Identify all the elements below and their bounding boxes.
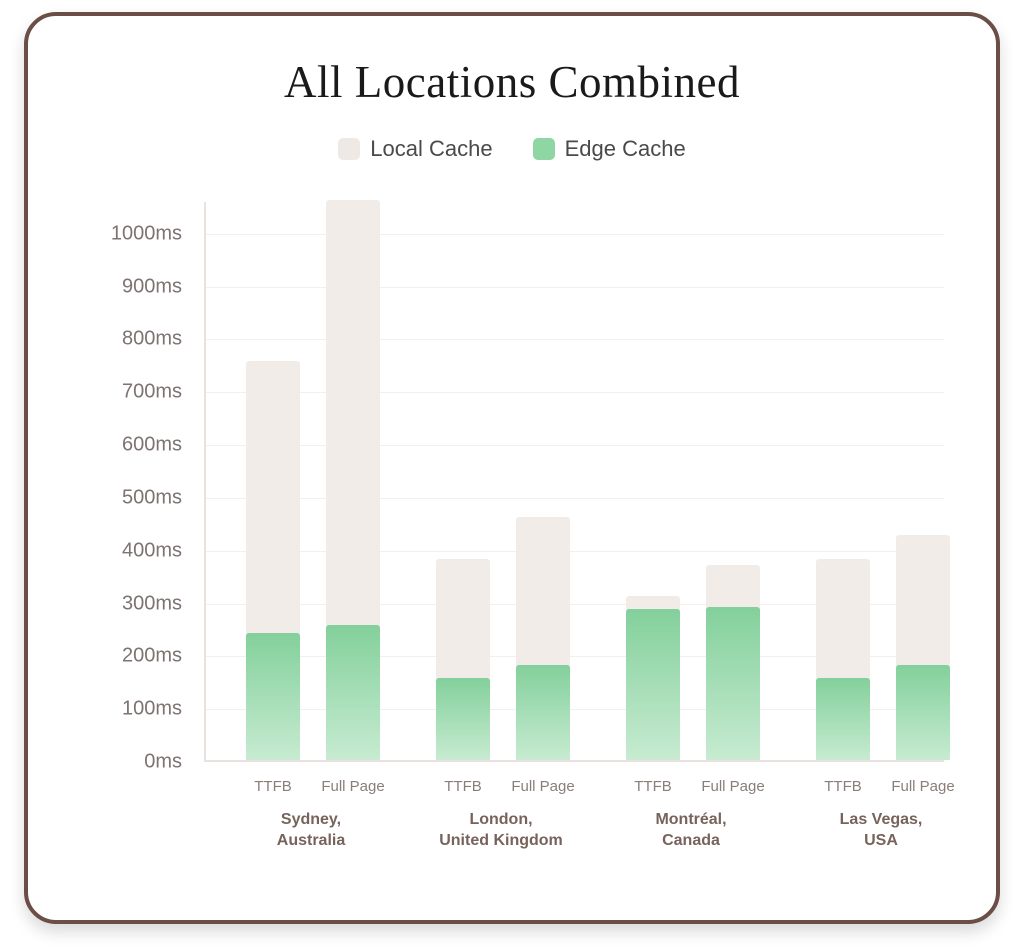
bar-edge <box>816 678 870 760</box>
sub-label-full: Full Page <box>693 778 773 795</box>
grid-line <box>206 287 944 288</box>
y-tick-label: 800ms <box>122 328 182 350</box>
chart-title: All Locations Combined <box>74 56 950 108</box>
grid-line <box>206 392 944 393</box>
sub-label-full: Full Page <box>503 778 583 795</box>
location-label: Las Vegas, USA <box>794 810 968 852</box>
location-label: Montréal, Canada <box>604 810 778 852</box>
y-tick-label: 0ms <box>144 751 182 773</box>
bar-edge <box>626 609 680 760</box>
location-label: London, United Kingdom <box>414 810 588 852</box>
y-tick-label: 400ms <box>122 539 182 561</box>
legend-item-local: Local Cache <box>338 136 492 162</box>
swatch-edge-icon <box>533 138 555 160</box>
y-tick-label: 300ms <box>122 592 182 614</box>
y-tick-label: 200ms <box>122 645 182 667</box>
bar-edge <box>706 607 760 760</box>
bar-edge <box>896 665 950 760</box>
y-axis: 0ms100ms200ms300ms400ms500ms600ms700ms80… <box>74 202 190 762</box>
grid-line <box>206 498 944 499</box>
y-tick-label: 600ms <box>122 434 182 456</box>
grid-line <box>206 339 944 340</box>
sub-label-ttfb: TTFB <box>233 778 313 795</box>
y-tick-label: 1000ms <box>111 222 182 244</box>
legend-item-edge: Edge Cache <box>533 136 686 162</box>
grid-line <box>206 234 944 235</box>
chart-area: 0ms 100ms 200ms 300ms 400ms 500ms 600ms 700ms 80… <box>74 202 950 862</box>
sub-label-ttfb: TTFB <box>423 778 503 795</box>
bar-edge <box>436 678 490 760</box>
plot-area: TTFBFull PageTTFBFull PageTTFBFull PageT… <box>204 202 944 762</box>
legend-local-label: Local Cache <box>370 136 492 162</box>
legend: Local Cache Edge Cache <box>74 136 950 162</box>
bar-edge <box>246 633 300 760</box>
sub-label-ttfb: TTFB <box>613 778 693 795</box>
grid-line <box>206 551 944 552</box>
bar-edge <box>516 665 570 760</box>
sub-label-full: Full Page <box>313 778 393 795</box>
sub-label-ttfb: TTFB <box>803 778 883 795</box>
bar-edge <box>326 625 380 760</box>
y-tick-label: 700ms <box>122 381 182 403</box>
y-tick-label: 900ms <box>122 275 182 297</box>
swatch-local-icon <box>338 138 360 160</box>
y-tick-label: 100ms <box>122 698 182 720</box>
legend-edge-label: Edge Cache <box>565 136 686 162</box>
grid-line <box>206 445 944 446</box>
y-tick-label: 500ms <box>122 486 182 508</box>
chart-card: All Locations Combined Local Cache Edge … <box>24 12 1000 924</box>
sub-label-full: Full Page <box>883 778 963 795</box>
location-label: Sydney, Australia <box>224 810 398 852</box>
